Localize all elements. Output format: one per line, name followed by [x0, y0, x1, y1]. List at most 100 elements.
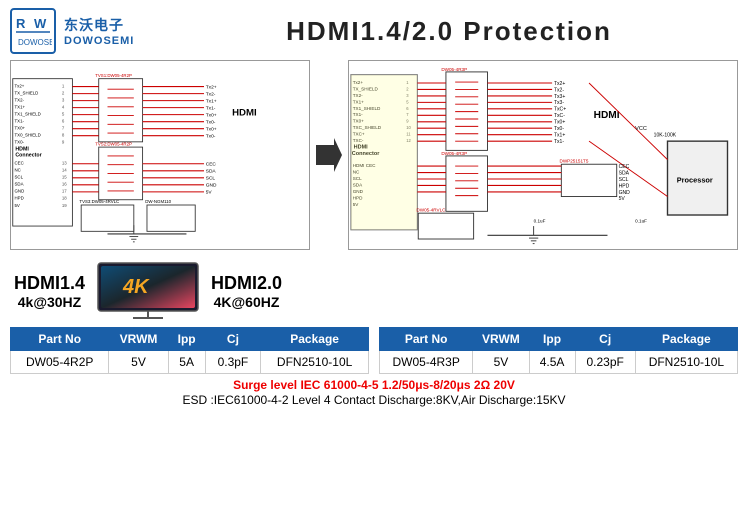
svg-text:HDMI: HDMI: [15, 147, 29, 153]
col-partno-right: Part No: [380, 328, 473, 351]
svg-text:TVS2:DW05-4R2P: TVS2:DW05-4R2P: [95, 141, 132, 146]
svg-text:HDMI: HDMI: [232, 108, 257, 119]
page-title: HDMI1.4/2.0 Protection: [160, 16, 738, 47]
svg-text:Connector: Connector: [15, 153, 41, 159]
col-vrwm-right: VRWM: [473, 328, 529, 351]
col-vrwm-left: VRWM: [109, 328, 168, 351]
svg-text:CEC: CEC: [206, 162, 217, 168]
col-pkg-left: Package: [261, 328, 369, 351]
svg-text:4K: 4K: [122, 276, 150, 298]
svg-text:SCL: SCL: [206, 176, 216, 182]
svg-text:DW05-4R3P: DW05-4R3P: [442, 67, 468, 72]
svg-text:19: 19: [62, 203, 67, 208]
svg-text:Tx0-: Tx0-: [206, 119, 216, 125]
svg-text:Tx2-: Tx2-: [554, 87, 564, 93]
svg-text:Tx0-: Tx0-: [206, 133, 216, 139]
svg-text:Tx0+: Tx0+: [554, 120, 565, 126]
svg-text:NC: NC: [15, 168, 21, 173]
svg-text:DW-NGM110: DW-NGM110: [145, 199, 171, 204]
logo-chinese: 东沃电子: [64, 15, 134, 35]
svg-text:TX_SHIELD: TX_SHIELD: [15, 90, 39, 95]
svg-text:SDA: SDA: [15, 182, 24, 187]
svg-text:W: W: [34, 16, 47, 31]
hdmi20-label: HDMI2.0 4K@60HZ: [211, 273, 282, 310]
svg-text:TxC-: TxC-: [554, 113, 565, 119]
svg-text:Tx1-: Tx1-: [206, 105, 216, 111]
svg-text:GND: GND: [206, 183, 217, 189]
svg-text:18: 18: [62, 196, 67, 201]
tables-row: Part No VRWM Ipp Cj Package DW05-4R2P5V5…: [10, 327, 738, 374]
hdmi14-spec: 4k@30HZ: [18, 294, 81, 310]
svg-text:Tx3-: Tx3-: [554, 100, 564, 106]
logo-box: R W DOWOSEMI 东沃电子 DOWOSEMI: [10, 8, 140, 54]
diagram-area: HDMI Connector Tx2+ TX_SHIELD TX2- TX1+ …: [10, 60, 738, 255]
svg-text:Processor: Processor: [677, 176, 713, 185]
header: R W DOWOSEMI 东沃电子 DOWOSEMI HDMI1.4/2.0 P…: [10, 8, 738, 54]
logo-icon: R W DOWOSEMI: [10, 8, 56, 54]
svg-text:SDA: SDA: [619, 170, 630, 176]
svg-text:SCL: SCL: [619, 177, 629, 183]
svg-text:0.1uF: 0.1uF: [534, 218, 546, 223]
svg-text:5V: 5V: [619, 196, 626, 202]
svg-text:15: 15: [62, 175, 67, 180]
circuit-left-svg: HDMI Connector Tx2+ TX_SHIELD TX2- TX1+ …: [11, 61, 309, 249]
circuit-right-svg: HDMI Connector Tx2+ TX_SHIELD TX2- TX1+ …: [349, 61, 737, 249]
arrow-middle: [314, 60, 344, 250]
svg-text:DW05-4RVLC: DW05-4RVLC: [417, 207, 447, 212]
svg-text:Tx2-: Tx2-: [206, 91, 216, 97]
svg-text:Tx0-: Tx0-: [554, 126, 564, 132]
notice-line2: ESD :IEC61000-4-2 Level 4 Contact Discha…: [10, 393, 738, 407]
svg-text:TxC+: TxC+: [554, 107, 566, 113]
svg-text:10K-100K: 10K-100K: [654, 133, 677, 139]
svg-text:TVS1:DW05-4R2P: TVS1:DW05-4R2P: [95, 73, 132, 78]
col-cj-left: Cj: [205, 328, 261, 351]
svg-text:TX0-: TX0-: [15, 140, 25, 145]
svg-text:VCC: VCC: [635, 126, 647, 132]
tv-image: 4K: [93, 261, 203, 321]
logo-text: 东沃电子 DOWOSEMI: [64, 15, 134, 47]
hdmi20-name: HDMI2.0: [211, 273, 282, 294]
svg-text:Tx1-: Tx1-: [554, 139, 564, 145]
col-partno-left: Part No: [11, 328, 109, 351]
svg-text:14: 14: [62, 168, 67, 173]
svg-text:Tx0+: Tx0+: [206, 112, 217, 118]
svg-text:Tx2+: Tx2+: [206, 84, 217, 90]
svg-text:5V: 5V: [15, 203, 20, 208]
table-left: Part No VRWM Ipp Cj Package DW05-4R2P5V5…: [10, 327, 369, 374]
svg-text:TX0_SHIELD: TX0_SHIELD: [15, 133, 41, 138]
hdmi14-name: HDMI1.4: [14, 273, 85, 294]
svg-text:HPD: HPD: [15, 196, 24, 201]
svg-text:CEC: CEC: [15, 161, 24, 166]
col-ipp-right: Ipp: [529, 328, 575, 351]
table-row: DW05-4R2P5V5A0.3pFDFN2510-10L: [11, 351, 369, 374]
logo-english: DOWOSEMI: [64, 35, 134, 47]
col-ipp-left: Ipp: [168, 328, 205, 351]
svg-text:SDA: SDA: [206, 169, 217, 175]
col-pkg-right: Package: [635, 328, 737, 351]
bottom-images: HDMI1.4 4k@30HZ 4K: [10, 261, 738, 321]
svg-text:Tx2+: Tx2+: [554, 81, 565, 87]
page-wrapper: R W DOWOSEMI 东沃电子 DOWOSEMI HDMI1.4/2.0 P…: [0, 0, 748, 414]
table-right: Part No VRWM Ipp Cj Package DW05-4R3P5V4…: [379, 327, 738, 374]
svg-text:CEC: CEC: [619, 164, 630, 170]
svg-text:Tx2+: Tx2+: [15, 83, 25, 88]
table-row: DW05-4R3P5V4.5A0.23pFDFN2510-10L: [380, 351, 738, 374]
svg-text:DOWOSEMI: DOWOSEMI: [18, 38, 52, 47]
svg-text:DW05-4R3P: DW05-4R3P: [442, 151, 468, 156]
svg-text:TX1-: TX1-: [15, 119, 25, 124]
svg-text:13: 13: [62, 161, 67, 166]
svg-text:TX1+: TX1+: [15, 105, 26, 110]
svg-text:DWP25151T5: DWP25151T5: [560, 158, 589, 163]
col-cj-right: Cj: [575, 328, 635, 351]
svg-text:Tx3+: Tx3+: [554, 94, 565, 100]
svg-text:17: 17: [62, 189, 67, 194]
svg-text:TX1_SHIELD: TX1_SHIELD: [15, 112, 41, 117]
svg-text:R: R: [16, 16, 26, 31]
svg-text:16: 16: [62, 182, 67, 187]
svg-text:Tx1+: Tx1+: [206, 98, 217, 104]
svg-text:0.1uF: 0.1uF: [635, 218, 647, 223]
svg-text:TVS3:DW05-4RVLC: TVS3:DW05-4RVLC: [79, 199, 119, 204]
circuit-right: HDMI Connector Tx2+ TX_SHIELD TX2- TX1+ …: [348, 60, 738, 250]
svg-text:GND: GND: [15, 189, 25, 194]
svg-text:HDMI: HDMI: [594, 110, 620, 121]
